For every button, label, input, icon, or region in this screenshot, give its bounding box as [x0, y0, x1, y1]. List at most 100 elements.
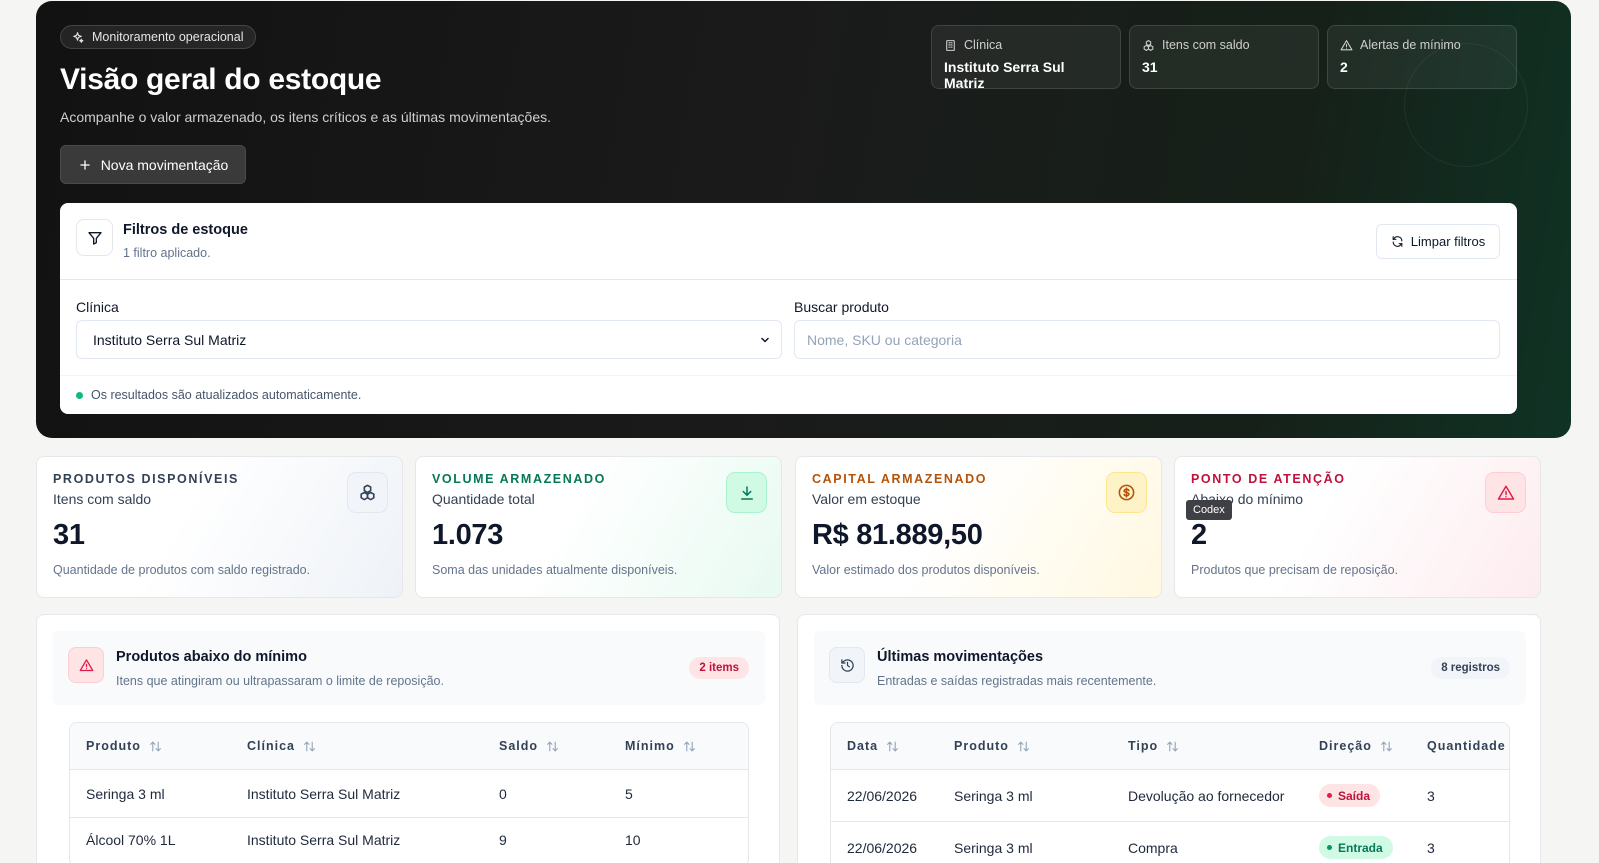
kpi-value: R$ 81.889,50	[812, 519, 983, 551]
clinic-field-label: Clínica	[76, 299, 119, 315]
low-stock-panel: Produtos abaixo do mínimo Itens que atin…	[36, 614, 780, 863]
filters-title: Filtros de estoque	[123, 222, 248, 238]
table-row[interactable]: 22/06/2026 Seringa 3 ml Devolução ao for…	[831, 770, 1509, 822]
kpi-eyebrow: PONTO DE ATENÇÃO	[1191, 472, 1346, 486]
movements-panel: Últimas movimentações Entradas e saídas …	[797, 614, 1541, 863]
chip-label: Monitoramento operacional	[92, 30, 244, 44]
clinic-select[interactable]: Instituto Serra Sul Matriz	[76, 320, 782, 359]
kpi-value: 2	[1191, 519, 1207, 551]
kpi-available-products: PRODUTOS DISPONÍVEIS Itens com saldo 31 …	[36, 456, 403, 598]
plus-icon	[79, 159, 90, 170]
cell-date: 22/06/2026	[847, 840, 918, 856]
cell-balance: 0	[499, 786, 507, 802]
sort-icon	[150, 740, 161, 752]
column-header-balance[interactable]: Saldo	[499, 739, 559, 753]
movements-table: Data Produto Tipo Direção Quantidade 22/…	[830, 722, 1510, 863]
clinic-select-value: Instituto Serra Sul Matriz	[93, 331, 247, 348]
stat-clinic-label: Clínica	[964, 38, 1003, 52]
kpi-value: 1.073	[432, 519, 504, 551]
stat-clinic-value: Instituto Serra Sul Matriz	[944, 59, 1065, 91]
download-icon	[726, 472, 767, 513]
column-header-product[interactable]: Produto	[954, 739, 1030, 753]
filters-subtitle: 1 filtro aplicado.	[123, 246, 211, 260]
sort-icon	[304, 740, 315, 752]
kpi-value: 31	[53, 519, 85, 551]
column-header-date[interactable]: Data	[847, 739, 899, 753]
sparkles-icon	[73, 31, 84, 43]
sort-icon	[887, 740, 899, 752]
column-header-quantity[interactable]: Quantidade	[1427, 739, 1506, 753]
column-header-product[interactable]: Produto	[86, 739, 162, 753]
cell-clinic: Instituto Serra Sul Matriz	[247, 832, 401, 848]
live-status-dot	[76, 391, 83, 399]
cell-product: Seringa 3 ml	[954, 788, 1033, 804]
cell-date: 22/06/2026	[847, 788, 918, 804]
direction-badge-out: Saída	[1319, 784, 1381, 807]
chevron-down-icon	[761, 337, 769, 342]
kpi-description: Valor estimado dos produtos disponíveis.	[812, 563, 1040, 577]
stat-clinic: Clínica Instituto Serra Sul Matriz	[931, 25, 1121, 91]
search-product-input[interactable]	[794, 320, 1500, 359]
filter-icon	[87, 231, 102, 245]
low-stock-title: Produtos abaixo do mínimo	[116, 649, 307, 665]
kpi-stored-volume: VOLUME ARMAZENADO Quantidade total 1.073…	[415, 456, 782, 598]
table-row[interactable]: Álcool 70% 1L Instituto Serra Sul Matriz…	[70, 818, 748, 863]
sort-icon	[1167, 740, 1179, 752]
clear-filters-label: Limpar filtros	[1410, 234, 1486, 249]
warning-icon	[68, 647, 104, 683]
kpi-label: Itens com saldo	[53, 491, 152, 507]
movements-title: Últimas movimentações	[877, 649, 1044, 665]
column-header-direction[interactable]: Direção	[1319, 739, 1393, 753]
table-header: Data Produto Tipo Direção Quantidade	[831, 723, 1509, 770]
kpi-attention-point: PONTO DE ATENÇÃO Abaixo do mínimo 2 Prod…	[1174, 456, 1541, 598]
column-header-minimum[interactable]: Mínimo	[625, 739, 696, 753]
cell-type: Compra	[1128, 840, 1178, 856]
stat-items-value: 31	[1142, 59, 1158, 75]
kpi-label: Abaixo do mínimo	[1191, 491, 1304, 507]
filters-panel: Filtros de estoque 1 filtro aplicado. Li…	[60, 203, 1517, 414]
stat-min-alerts: Alertas de mínimo 2	[1327, 25, 1517, 89]
column-header-clinic[interactable]: Clínica	[247, 739, 316, 753]
filter-icon-box	[76, 219, 113, 256]
kpi-description: Quantidade de produtos com saldo registr…	[53, 563, 311, 577]
cell-quantity: 3	[1427, 788, 1435, 804]
cell-clinic: Instituto Serra Sul Matriz	[247, 786, 401, 802]
low-stock-header: Produtos abaixo do mínimo Itens que atin…	[53, 631, 765, 705]
refresh-icon	[1392, 236, 1403, 247]
table-row[interactable]: 22/06/2026 Seringa 3 ml Compra Entrada 3	[831, 822, 1509, 863]
sort-icon	[1380, 740, 1392, 752]
stat-alerts-value: 2	[1340, 59, 1348, 75]
page-title: Visão geral do estoque	[60, 63, 382, 96]
clear-filters-button[interactable]: Limpar filtros	[1376, 224, 1500, 259]
search-field-label: Buscar produto	[794, 299, 889, 315]
table-header: Produto Clínica Saldo Mínimo	[70, 723, 748, 770]
cell-type: Devolução ao fornecedor	[1128, 788, 1285, 804]
sort-icon	[1018, 740, 1029, 752]
new-movement-button[interactable]: Nova movimentação	[60, 145, 246, 184]
auto-update-note: Os resultados são atualizados automatica…	[76, 388, 361, 402]
low-stock-count-badge: 2 items	[689, 657, 749, 679]
low-stock-table: Produto Clínica Saldo Mínimo Seringa 3 m…	[69, 722, 749, 863]
direction-badge-in: Entrada	[1319, 836, 1393, 859]
new-movement-label: Nova movimentação	[100, 156, 229, 173]
building-icon	[946, 39, 955, 51]
stat-items-balance: Itens com saldo 31	[1129, 25, 1319, 89]
cell-quantity: 3	[1427, 840, 1435, 856]
kpi-label: Valor em estoque	[812, 491, 921, 507]
kpi-description: Soma das unidades atualmente disponíveis…	[432, 563, 678, 577]
low-stock-subtitle: Itens que atingiram ou ultrapassaram o l…	[116, 674, 444, 688]
kpi-eyebrow: VOLUME ARMAZENADO	[432, 472, 606, 486]
cell-balance: 9	[499, 832, 507, 848]
kpi-label: Quantidade total	[432, 491, 535, 507]
column-header-type[interactable]: Tipo	[1128, 739, 1179, 753]
divider	[60, 375, 1517, 376]
monitoring-chip: Monitoramento operacional	[60, 25, 257, 49]
cell-product: Álcool 70% 1L	[86, 832, 176, 848]
kpi-eyebrow: CAPITAL ARMAZENADO	[812, 472, 988, 486]
history-icon	[829, 647, 865, 683]
stat-items-label: Itens com saldo	[1162, 38, 1250, 52]
movements-subtitle: Entradas e saídas registradas mais recen…	[877, 674, 1157, 688]
table-row[interactable]: Seringa 3 ml Instituto Serra Sul Matriz …	[70, 770, 748, 818]
divider	[60, 279, 1517, 280]
boxes-icon	[347, 472, 388, 513]
